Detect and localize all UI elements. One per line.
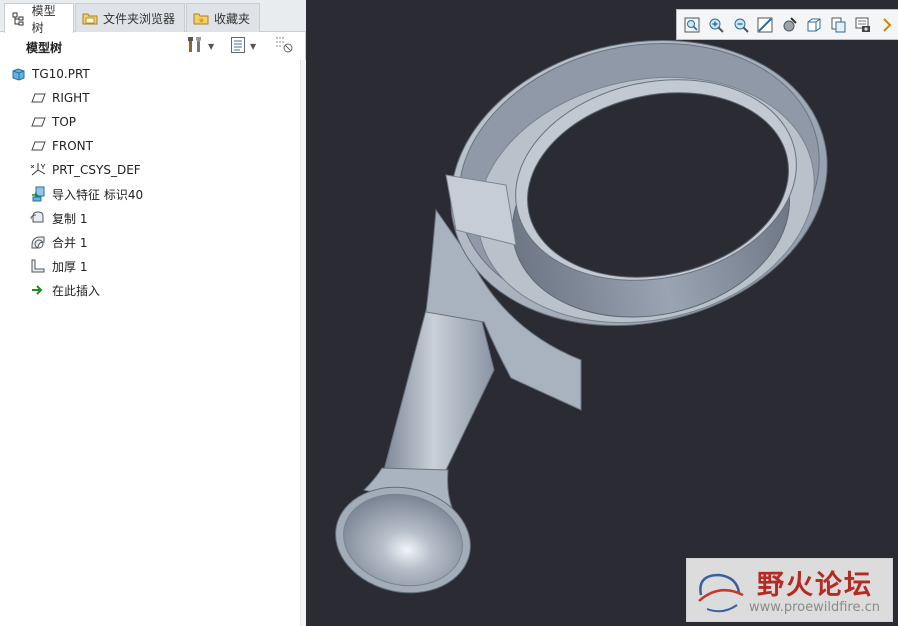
tree-item-right[interactable]: RIGHT bbox=[30, 87, 90, 109]
tab-label: 文件夹浏览器 bbox=[103, 11, 176, 26]
zoom-out-icon[interactable] bbox=[730, 13, 751, 36]
copy-feature-icon bbox=[30, 210, 46, 226]
tab-label: 收藏夹 bbox=[214, 11, 251, 26]
tab-model-tree[interactable]: 模型树 bbox=[4, 3, 74, 35]
tree-item-label: 合并 1 bbox=[52, 235, 88, 250]
settings-tools-icon bbox=[186, 36, 204, 57]
tree-item-label: RIGHT bbox=[52, 91, 90, 105]
import-feature-icon bbox=[30, 186, 46, 202]
tree-item-label: FRONT bbox=[52, 139, 93, 153]
panel-title: 模型树 bbox=[26, 41, 63, 55]
tree-item-top[interactable]: TOP bbox=[30, 111, 76, 133]
3d-part-model bbox=[335, 39, 828, 594]
view-manager-icon[interactable] bbox=[828, 13, 849, 36]
tree-item-label: 在此插入 bbox=[52, 283, 101, 298]
settings-button[interactable]: ▼ bbox=[186, 36, 214, 56]
show-options-icon bbox=[230, 36, 246, 57]
tree-item-label: 复制 1 bbox=[52, 211, 88, 226]
model-tree-tab-icon bbox=[11, 10, 28, 27]
model-tree-toolbar: 模型树 ▼ ▼ bbox=[0, 33, 306, 60]
filter-icon bbox=[274, 36, 294, 57]
tab-favorites[interactable]: 收藏夹 bbox=[186, 3, 260, 32]
show-button[interactable]: ▼ bbox=[230, 36, 256, 56]
graphics-viewport[interactable]: 野火论坛 www.proewildfire.cn bbox=[306, 0, 898, 626]
tree-item-insert-here[interactable]: 在此插入 bbox=[30, 279, 100, 301]
datum-plane-icon bbox=[30, 90, 46, 106]
forum-logo-icon bbox=[698, 573, 744, 613]
tree-item-label: 加厚 1 bbox=[52, 259, 88, 274]
tree-root-item[interactable]: TG10.PRT bbox=[10, 63, 90, 85]
model-tree-panel: 模型树 文件夹浏览器 收藏夹 模型树 ▼ ▼ TG10.PRT RIGHT TO… bbox=[0, 0, 306, 626]
forum-watermark: 野火论坛 www.proewildfire.cn bbox=[686, 558, 893, 622]
display-style-icon[interactable] bbox=[779, 13, 800, 36]
tree-item-label: PRT_CSYS_DEF bbox=[52, 163, 141, 177]
tree-item-import-feature[interactable]: 导入特征 标识40 bbox=[30, 183, 143, 205]
refit-icon[interactable] bbox=[681, 13, 702, 36]
graphics-toolbar bbox=[676, 9, 898, 40]
part-icon bbox=[10, 66, 26, 82]
thicken-feature-icon bbox=[30, 258, 46, 274]
chevron-down-icon[interactable]: ▼ bbox=[208, 42, 214, 51]
tree-item-front[interactable]: FRONT bbox=[30, 135, 93, 157]
watermark-url: www.proewildfire.cn bbox=[749, 600, 880, 615]
tree-item-thicken[interactable]: 加厚 1 bbox=[30, 255, 87, 277]
datum-display-icon[interactable] bbox=[852, 13, 873, 36]
tree-item-copy[interactable]: 复制 1 bbox=[30, 207, 87, 229]
tab-label: 模型树 bbox=[31, 3, 56, 35]
tree-item-label: TOP bbox=[52, 115, 77, 129]
filter-button[interactable] bbox=[274, 36, 294, 56]
saved-orientations-icon[interactable] bbox=[803, 13, 824, 36]
watermark-title: 野火论坛 bbox=[757, 570, 873, 601]
chevron-down-icon[interactable]: ▼ bbox=[250, 42, 256, 51]
navigator-tab-bar: 模型树 文件夹浏览器 收藏夹 bbox=[0, 0, 306, 35]
datum-plane-icon bbox=[30, 138, 46, 154]
tree-item-label: TG10.PRT bbox=[32, 67, 90, 81]
favorites-icon bbox=[193, 10, 210, 27]
zoom-in-icon[interactable] bbox=[705, 13, 726, 36]
tree-item-merge[interactable]: 合并 1 bbox=[30, 231, 87, 253]
insert-here-arrow-icon bbox=[30, 282, 46, 298]
coordinate-system-icon bbox=[30, 162, 46, 178]
tree-item-csys[interactable]: PRT_CSYS_DEF bbox=[30, 159, 141, 181]
datum-plane-icon bbox=[30, 114, 46, 130]
more-icon[interactable] bbox=[877, 13, 898, 36]
folder-browser-icon bbox=[82, 10, 99, 27]
repaint-icon[interactable] bbox=[754, 13, 775, 36]
merge-feature-icon bbox=[30, 234, 46, 250]
tab-folder-browser[interactable]: 文件夹浏览器 bbox=[75, 3, 185, 32]
tree-item-label: 导入特征 标识40 bbox=[52, 187, 144, 202]
